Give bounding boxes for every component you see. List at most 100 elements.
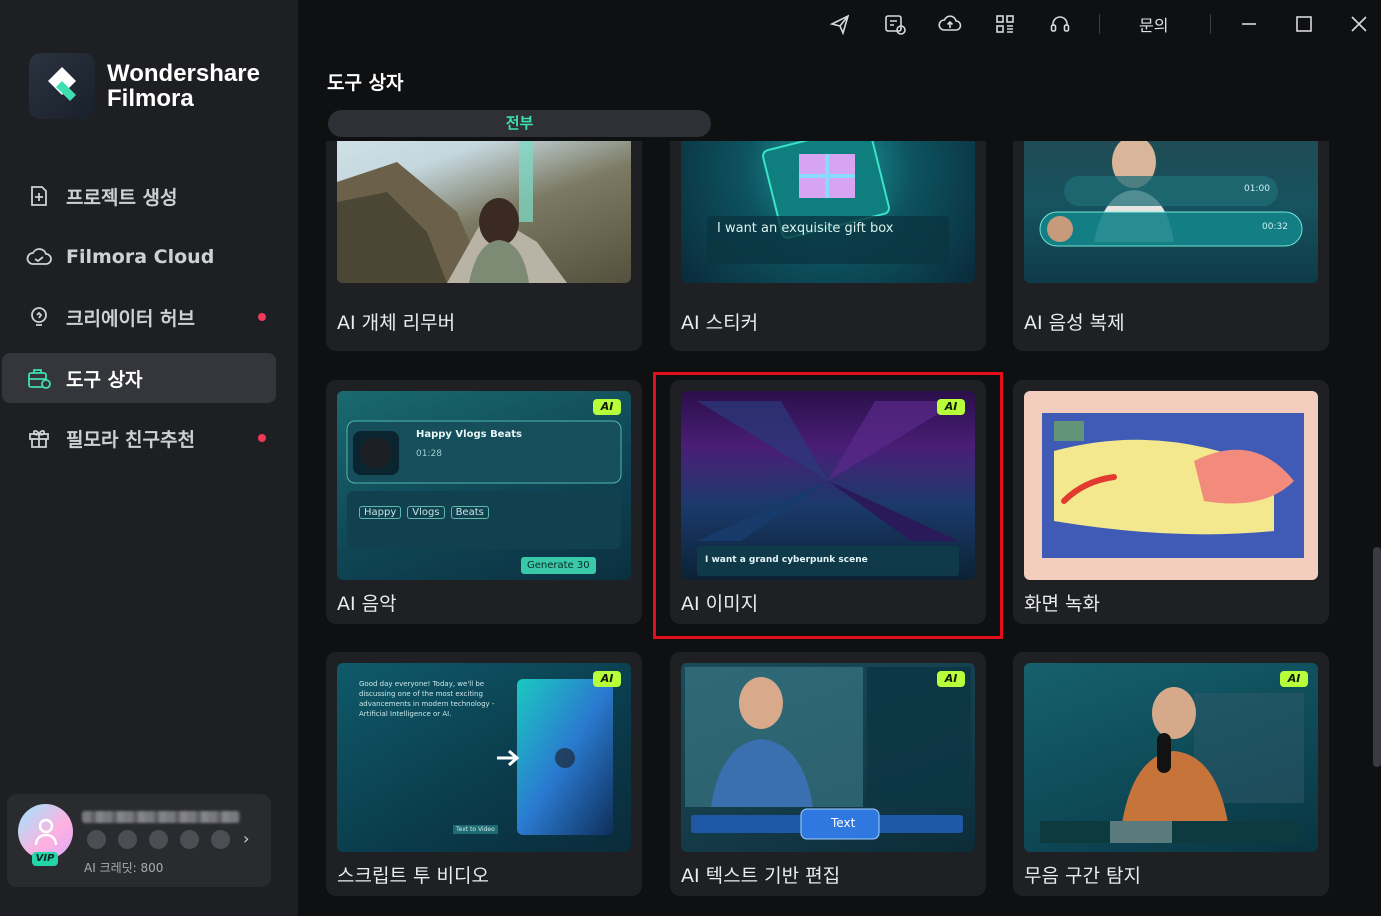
- tab-all[interactable]: 전부: [328, 110, 711, 137]
- scrollbar[interactable]: [1373, 547, 1381, 767]
- inquiry-link[interactable]: 문의: [1139, 12, 1168, 36]
- page-title: 도구 상자: [327, 72, 404, 94]
- ai-badge: AI: [593, 399, 621, 415]
- logo-wordmark: Wondershare Filmora: [107, 61, 260, 111]
- tool-card-label: 화면 녹화: [1024, 593, 1100, 615]
- toolbox-icon: [26, 365, 52, 391]
- text-to-video-chip: Text to Video: [453, 825, 498, 834]
- tool-card-ai-sticker[interactable]: I want an exquisite gift box AI 스티커: [670, 141, 986, 351]
- voice-time-2: 00:32: [1262, 222, 1288, 232]
- sidebar: Wondershare Filmora 프로젝트 생성 Filmora Clou…: [0, 0, 298, 916]
- music-tag: Happy: [359, 506, 402, 519]
- cloud-icon: [26, 244, 52, 270]
- tool-card-label: AI 음성 복제: [1024, 312, 1125, 334]
- tool-card-label: AI 음악: [337, 593, 397, 615]
- tool-card-label: AI 텍스트 기반 편집: [681, 865, 841, 887]
- app-logo: Wondershare Filmora: [29, 53, 260, 119]
- sidebar-item-filmora-cloud[interactable]: Filmora Cloud: [2, 232, 276, 282]
- sidebar-item-label: Filmora Cloud: [66, 246, 215, 268]
- generate-label: Generate: [527, 560, 574, 571]
- thumbnail-image: [1024, 391, 1318, 580]
- user-account-card[interactable]: VIP › AI 크레딧: 800: [7, 794, 271, 887]
- tool-card-label: AI 이미지: [681, 593, 759, 615]
- tool-card-ai-voice-clone[interactable]: 01:00 00:32 AI 음성 복제: [1013, 141, 1329, 351]
- avatar[interactable]: [18, 804, 73, 859]
- tool-card-label: 무음 구간 탐지: [1024, 865, 1141, 887]
- text-chip: Text: [831, 816, 856, 830]
- gift-icon: [26, 425, 52, 451]
- tool-card-label: 스크립트 투 비디오: [337, 865, 489, 887]
- badge-icon: [87, 830, 106, 849]
- sidebar-item-refer-friend[interactable]: 필모라 친구추천: [2, 413, 276, 463]
- grid-icon[interactable]: [992, 11, 1018, 37]
- title-bar: 문의: [298, 0, 1381, 48]
- generate-cost: 30: [576, 560, 590, 571]
- chevron-right-icon[interactable]: ›: [243, 829, 249, 848]
- thumbnail-image: Text AI: [681, 663, 975, 852]
- sticker-prompt: I want an exquisite gift box: [717, 221, 894, 236]
- separator: [1099, 14, 1100, 34]
- logo-line-1: Wondershare: [107, 60, 260, 87]
- badge-icon: [211, 830, 230, 849]
- sidebar-item-label: 필모라 친구추천: [66, 428, 195, 451]
- notification-dot: [258, 434, 266, 442]
- tool-card-screen-recorder[interactable]: 화면 녹화: [1013, 380, 1329, 624]
- ai-credits: AI 크레딧: 800: [84, 861, 164, 875]
- ai-badge: AI: [937, 399, 965, 415]
- filmora-logo-icon: [29, 53, 95, 119]
- tool-card-silence-detection[interactable]: AI 무음 구간 탐지: [1013, 652, 1329, 896]
- feedback-icon[interactable]: [882, 11, 908, 37]
- script-text: Good day everyone! Today, we'll be discu…: [359, 680, 495, 718]
- tool-card-ai-music[interactable]: Happy Vlogs Beats 01:28 Happy Vlogs Beat…: [326, 380, 642, 624]
- achievement-badges: [87, 830, 230, 849]
- tool-card-label: AI 스티커: [681, 312, 759, 334]
- generate-button-preview: Generate 30: [521, 557, 596, 574]
- ai-badge: AI: [1280, 671, 1308, 687]
- sidebar-item-label: 크리에이터 허브: [66, 307, 195, 330]
- tool-card-script-to-video[interactable]: Good day everyone! Today, we'll be discu…: [326, 652, 642, 896]
- tool-card-label: AI 개체 리무버: [337, 312, 456, 334]
- maximize-icon[interactable]: [1291, 11, 1317, 37]
- sidebar-item-creator-hub[interactable]: 크리에이터 허브: [2, 292, 276, 342]
- tool-grid: AI 개체 리무버 I want an exquisite gift box A…: [298, 141, 1363, 916]
- image-prompt: I want a grand cyberpunk scene: [705, 555, 868, 565]
- bulb-icon: [26, 304, 52, 330]
- thumbnail-image: I want a grand cyberpunk scene AI: [681, 391, 975, 580]
- sidebar-item-toolbox[interactable]: 도구 상자: [2, 353, 276, 403]
- badge-icon: [180, 830, 199, 849]
- badge-icon: [149, 830, 168, 849]
- music-tags: Happy Vlogs Beats: [359, 506, 489, 519]
- headset-icon[interactable]: [1047, 11, 1073, 37]
- cloud-upload-icon[interactable]: [937, 11, 963, 37]
- thumbnail-image: AI: [1024, 663, 1318, 852]
- logo-line-2: Filmora: [107, 85, 194, 112]
- tool-card-ai-text-based-editing[interactable]: Text AI AI 텍스트 기반 편집: [670, 652, 986, 896]
- close-icon[interactable]: [1346, 11, 1372, 37]
- ai-badge: AI: [937, 671, 965, 687]
- music-track-title: Happy Vlogs Beats: [416, 429, 522, 440]
- minimize-icon[interactable]: [1236, 11, 1262, 37]
- separator: [1210, 14, 1211, 34]
- filmora-app: Wondershare Filmora 프로젝트 생성 Filmora Clou…: [0, 0, 1381, 916]
- badge-icon: [118, 830, 137, 849]
- voice-time-1: 01:00: [1244, 184, 1270, 194]
- thumbnail-image: [337, 141, 631, 283]
- music-track-time: 01:28: [416, 449, 442, 459]
- vip-badge: VIP: [32, 852, 58, 866]
- sidebar-item-label: 프로젝트 생성: [66, 186, 178, 209]
- thumbnail-image: I want an exquisite gift box: [681, 141, 975, 283]
- notification-dot: [258, 313, 266, 321]
- thumbnail-image: 01:00 00:32: [1024, 141, 1318, 283]
- music-tag: Vlogs: [407, 506, 445, 519]
- tool-card-ai-object-remover[interactable]: AI 개체 리무버: [326, 141, 642, 351]
- sidebar-item-create-project[interactable]: 프로젝트 생성: [2, 171, 276, 221]
- thumbnail-image: Happy Vlogs Beats 01:28 Happy Vlogs Beat…: [337, 391, 631, 580]
- tool-card-ai-image[interactable]: I want a grand cyberpunk scene AI AI 이미지: [670, 380, 986, 624]
- blurred-username: [82, 811, 240, 823]
- sidebar-item-label: 도구 상자: [66, 368, 143, 391]
- send-icon[interactable]: [827, 11, 853, 37]
- add-project-icon: [26, 183, 52, 209]
- ai-badge: AI: [593, 671, 621, 687]
- music-tag: Beats: [450, 506, 489, 519]
- thumbnail-image: Good day everyone! Today, we'll be discu…: [337, 663, 631, 852]
